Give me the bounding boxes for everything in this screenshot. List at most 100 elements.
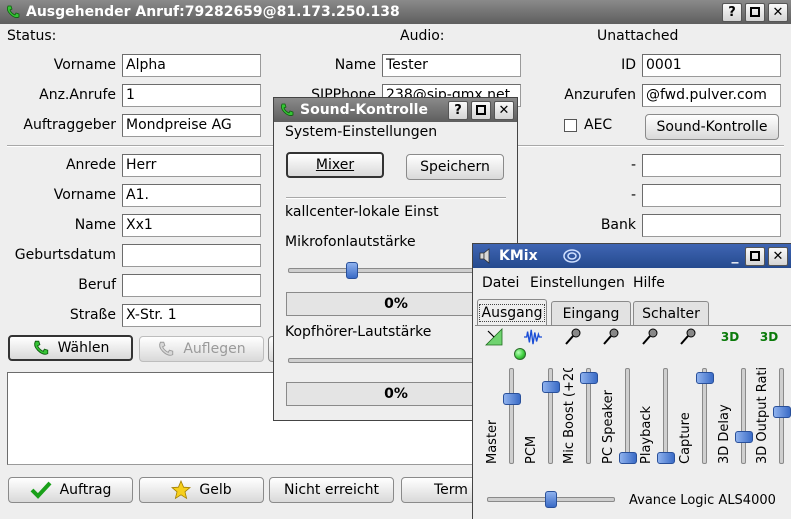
kmix-maximize-button[interactable]	[745, 246, 765, 266]
auftrag-button[interactable]: Auftrag	[8, 477, 133, 503]
anz-anrufe-field[interactable]: 1	[122, 84, 261, 107]
name2-label: Name	[74, 217, 116, 233]
sound-close-button[interactable]: ✕	[494, 100, 514, 120]
mute-led[interactable]	[514, 348, 526, 360]
minimize-icon[interactable]: _	[725, 248, 745, 264]
sound-titlebar[interactable]: Sound-Kontrolle ? ✕	[274, 98, 517, 122]
sound-kontrolle-button[interactable]: Sound-Kontrolle	[645, 114, 779, 140]
tab-ausgang-label: Ausgang	[478, 303, 546, 322]
auflegen-button[interactable]: Auflegen	[139, 336, 264, 362]
geburtsdatum-label: Geburtsdatum	[14, 247, 116, 263]
strasse-field[interactable]: X-Str. 1	[122, 304, 261, 327]
auflegen-label: Auflegen	[183, 341, 246, 357]
menu-datei[interactable]: Datei	[482, 275, 519, 291]
mic-volume-slider[interactable]	[346, 262, 358, 279]
tab-schalter[interactable]: Schalter	[633, 301, 709, 325]
channel-volume-track[interactable]	[625, 368, 630, 464]
mic-volume-track[interactable]	[288, 268, 503, 273]
microphone-icon	[679, 328, 697, 346]
name2-field[interactable]: Xx1	[122, 214, 261, 237]
right-field-2[interactable]	[642, 184, 781, 207]
microphone-icon	[641, 328, 659, 346]
beruf-field[interactable]	[122, 274, 261, 297]
geburtsdatum-field[interactable]	[122, 244, 261, 267]
auftrag-label: Auftrag	[59, 482, 112, 498]
anzurufen-field[interactable]: @fwd.pulver.com	[642, 84, 781, 107]
channel-volume-track[interactable]	[741, 368, 746, 464]
sound-help-button[interactable]: ?	[448, 100, 468, 120]
waehlen-label: Wählen	[57, 340, 110, 356]
channel-volume-slider[interactable]	[735, 431, 753, 443]
name-label: Name	[334, 57, 376, 73]
waehlen-button[interactable]: Wählen	[8, 335, 133, 361]
channel-label: PCM	[524, 435, 539, 464]
vorname-label: Vorname	[53, 57, 116, 73]
vorname-field[interactable]: Alpha	[122, 54, 261, 77]
right-field-1[interactable]	[642, 154, 781, 177]
gelb-button[interactable]: Gelb	[139, 477, 264, 503]
kmix-window-title: KMix	[499, 248, 538, 264]
vorname2-field[interactable]: A1.	[122, 184, 261, 207]
headphone-volume-track[interactable]	[288, 358, 503, 363]
auftraggeber-field[interactable]: Mondpreise AG	[122, 114, 261, 137]
termin-button[interactable]: Term	[401, 477, 481, 503]
phone-icon	[0, 4, 22, 20]
star-icon	[171, 480, 192, 500]
channel-volume-slider[interactable]	[542, 381, 560, 393]
menu-einstellungen[interactable]: Einstellungen	[530, 275, 625, 291]
channel-label: 3D Output Ratio	[755, 368, 770, 464]
headphone-volume-label: Kopfhörer-Lautstärke	[285, 324, 432, 340]
balance-slider[interactable]	[545, 491, 557, 508]
channel-volume-slider[interactable]	[696, 372, 714, 384]
help-button[interactable]: ?	[722, 2, 742, 22]
channel-volume-slider[interactable]	[580, 372, 598, 384]
tab-eingang[interactable]: Eingang	[551, 301, 631, 325]
channel-volume-slider[interactable]	[619, 452, 637, 464]
main-window-title: Ausgehender Anruf:79282659@81.173.250.13…	[26, 4, 400, 20]
anz-anrufe-label: Anz.Anrufe	[39, 87, 116, 103]
phone-icon	[32, 339, 50, 357]
sound-window-title: Sound-Kontrolle	[300, 102, 428, 118]
anrede-label: Anrede	[65, 157, 116, 173]
soundcard-label: Avance Logic ALS4000	[629, 493, 776, 508]
maximize-button[interactable]	[745, 2, 765, 22]
id-label: ID	[621, 57, 636, 73]
sound-maximize-button[interactable]	[471, 100, 491, 120]
nicht-erreicht-button[interactable]: Nicht erreicht	[269, 477, 394, 503]
channel-label: Master	[485, 419, 500, 464]
bank-field[interactable]	[642, 214, 781, 237]
id-field[interactable]: 0001	[642, 54, 781, 77]
channel-volume-track[interactable]	[509, 368, 514, 464]
microphone-icon	[602, 328, 620, 346]
channel-label: 3D Delay	[717, 404, 732, 464]
hangup-icon	[157, 340, 175, 358]
tab-ausgang[interactable]: Ausgang	[477, 299, 547, 325]
channel-volume-track[interactable]	[663, 368, 668, 464]
waveform-icon	[524, 328, 542, 346]
name-field[interactable]: Tester	[382, 54, 521, 77]
aec-checkbox[interactable]	[564, 119, 577, 132]
beruf-label: Beruf	[78, 277, 116, 293]
mixer-label: Mixer	[315, 157, 355, 173]
channel-volume-slider[interactable]	[657, 452, 675, 464]
dash-label-1: -	[630, 157, 636, 173]
speichern-button[interactable]: Speichern	[406, 154, 504, 180]
mic-volume-label: Mikrofonlautstärke	[285, 234, 416, 250]
microphone-icon	[564, 328, 582, 346]
strasse-label: Straße	[69, 307, 116, 323]
mixer-button[interactable]: Mixer	[286, 152, 384, 178]
bank-label: Bank	[600, 217, 636, 233]
volume-ramp-icon	[485, 328, 503, 346]
3d-icon: 3D	[759, 330, 779, 344]
close-button[interactable]: ✕	[768, 2, 788, 22]
channel-volume-slider[interactable]	[773, 406, 791, 418]
phone-icon	[274, 102, 296, 118]
kmix-window[interactable]: KMix _ ✕ Datei Einstellungen Hilfe Ausga…	[472, 243, 791, 519]
anrede-field[interactable]: Herr	[122, 154, 261, 177]
attach-status: Unattached	[597, 28, 679, 44]
menu-hilfe[interactable]: Hilfe	[633, 275, 665, 291]
kmix-close-button[interactable]: ✕	[768, 246, 788, 266]
kmix-titlebar[interactable]: KMix _ ✕	[473, 244, 791, 268]
main-titlebar[interactable]: Ausgehender Anruf:79282659@81.173.250.13…	[0, 0, 791, 24]
channel-volume-slider[interactable]	[503, 393, 521, 405]
